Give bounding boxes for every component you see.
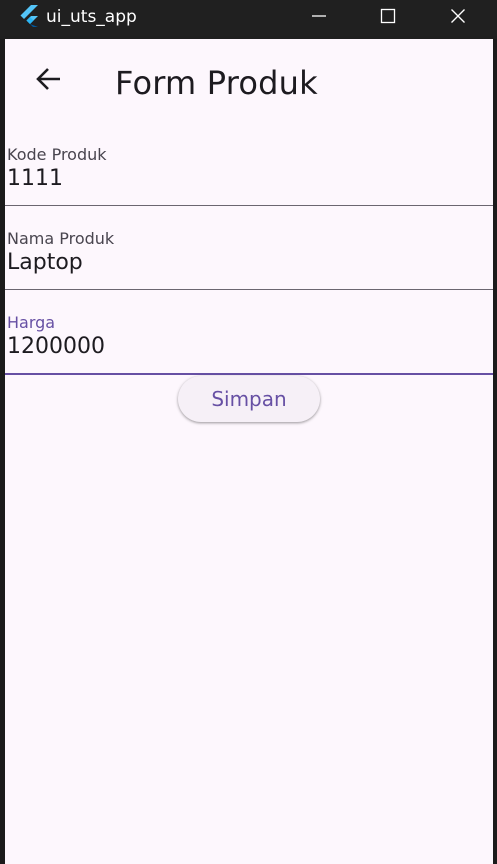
- minimize-button[interactable]: [296, 0, 342, 36]
- page-title: Form Produk: [115, 64, 318, 102]
- simpan-button[interactable]: Simpan: [178, 376, 320, 422]
- maximize-button[interactable]: [365, 0, 411, 36]
- window-titlebar[interactable]: ui_uts_app: [0, 0, 497, 36]
- harga-label: Harga: [7, 313, 56, 332]
- minimize-icon: [311, 8, 327, 29]
- nama-produk-underline: [5, 289, 493, 290]
- maximize-icon: [380, 8, 396, 29]
- kode-produk-label: Kode Produk: [7, 145, 107, 164]
- harga-input[interactable]: [7, 334, 487, 360]
- background-window-edge-right: [493, 39, 497, 864]
- arrow-left-icon: [34, 65, 62, 98]
- close-icon: [450, 8, 466, 29]
- close-button[interactable]: [435, 0, 481, 36]
- window-title: ui_uts_app: [46, 7, 137, 27]
- kode-produk-underline: [5, 205, 493, 206]
- app-window: ui_uts_app Form Produk Kode Produk 1111 …: [0, 0, 497, 864]
- nama-produk-input[interactable]: [7, 250, 487, 276]
- app-content: Form Produk Kode Produk Nama Produk Harg…: [5, 39, 493, 864]
- back-button[interactable]: [28, 61, 68, 101]
- kode-produk-input[interactable]: [7, 166, 487, 192]
- flutter-logo-icon: [18, 5, 40, 29]
- app-bar: Form Produk: [5, 39, 493, 125]
- nama-produk-label: Nama Produk: [7, 229, 115, 248]
- harga-underline: [5, 373, 493, 375]
